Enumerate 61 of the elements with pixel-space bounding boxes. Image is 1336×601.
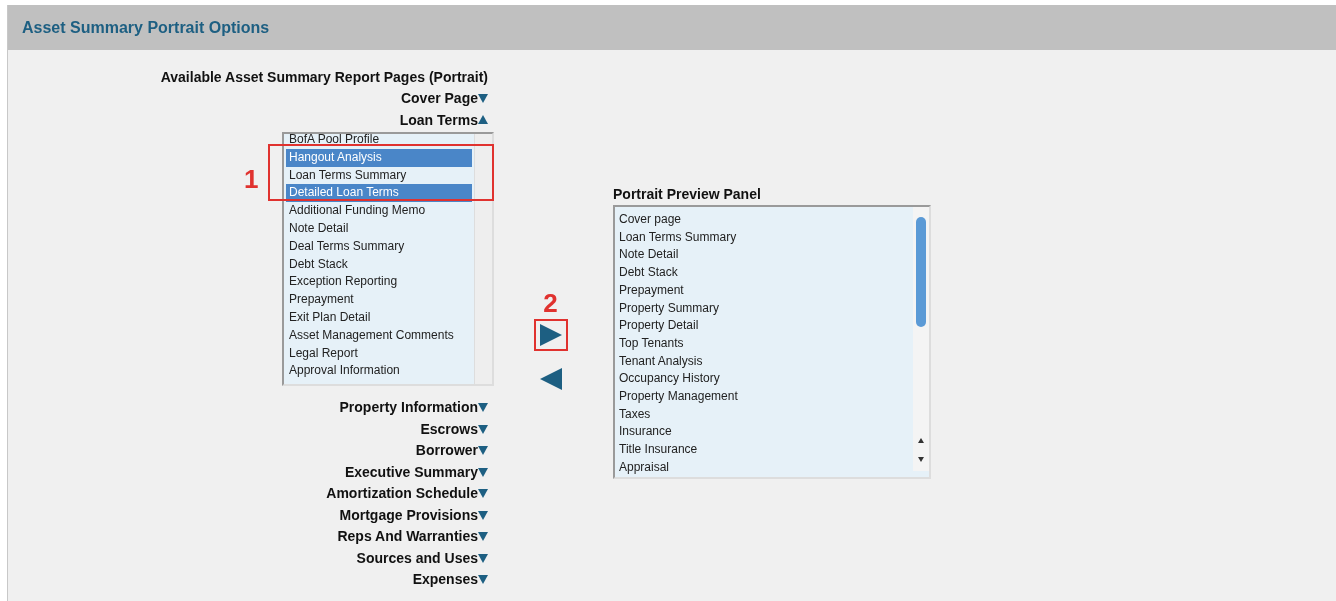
list-option[interactable]: Prepayment xyxy=(619,281,909,300)
list-option[interactable]: Note Detail xyxy=(286,220,472,238)
preview-listbox[interactable] xyxy=(613,205,931,479)
list-option[interactable]: Property Management xyxy=(619,388,909,406)
expand-arrow-icon[interactable] xyxy=(478,552,488,563)
expand-arrow-icon[interactable] xyxy=(478,466,488,477)
section-toggle[interactable]: Sources and Uses xyxy=(356,549,478,566)
section-toggle[interactable]: Borrower xyxy=(415,442,478,458)
expand-arrow-icon[interactable] xyxy=(478,574,488,584)
list-option[interactable]: Occupancy History xyxy=(619,370,909,389)
section-heading: Available Asset Summary Report Pages (Portrait) xyxy=(159,68,488,87)
list-option[interactable]: Loan Terms Summary xyxy=(286,166,472,185)
list-option[interactable]: Insurance xyxy=(619,423,909,442)
list-option[interactable]: BofA Pool Profile xyxy=(286,134,472,149)
expand-arrow-icon[interactable] xyxy=(478,423,488,434)
list-option[interactable]: Property Summary xyxy=(619,299,909,318)
right-arrow-icon xyxy=(539,324,562,346)
section-toggle[interactable]: Executive Summary xyxy=(344,463,478,480)
list-option[interactable]: Title Insurance xyxy=(619,441,909,459)
list-option[interactable]: Approval Information xyxy=(286,362,472,381)
section-toggle[interactable]: Mortgage Provisions xyxy=(339,506,478,523)
panel-heading: Portrait Preview Panel xyxy=(613,185,762,204)
section-toggle[interactable]: Expenses xyxy=(412,571,478,587)
list-option[interactable]: Asset Management Comments xyxy=(286,326,472,345)
list-option[interactable]: Hangout Analysis xyxy=(286,148,472,167)
collapse-arrow-icon[interactable] xyxy=(478,114,488,125)
list-option[interactable]: Legal Report xyxy=(286,344,472,363)
step-number: 1 xyxy=(244,166,259,192)
step-number: 2 xyxy=(543,290,558,316)
list-option[interactable]: Exception Reporting xyxy=(286,273,472,292)
expand-arrow-icon[interactable] xyxy=(478,445,488,455)
panel-title: Asset Summary Portrait Options xyxy=(22,17,270,38)
section-toggle[interactable]: Property Information xyxy=(339,399,478,415)
expand-arrow-icon[interactable] xyxy=(478,93,488,103)
expand-arrow-icon[interactable] xyxy=(478,488,488,498)
list-option[interactable]: Top Tenants xyxy=(619,334,909,353)
section-toggle[interactable]: Reps And Warranties xyxy=(337,528,478,544)
section-toggle[interactable]: Amortization Schedule xyxy=(326,485,478,501)
add-button[interactable] xyxy=(533,319,568,351)
list-option[interactable]: Cover page xyxy=(619,211,909,229)
section-toggle[interactable]: Cover Page xyxy=(400,90,478,106)
expand-arrow-icon[interactable] xyxy=(478,402,488,412)
list-option[interactable]: Loan Terms Summary xyxy=(619,228,909,247)
left-arrow-icon xyxy=(539,368,562,390)
scrollbar[interactable] xyxy=(913,207,929,471)
expand-arrow-icon[interactable] xyxy=(478,509,488,520)
list-option[interactable]: Tenant Analysis xyxy=(619,352,909,371)
section-toggle[interactable]: Loan Terms xyxy=(399,111,478,128)
list-option[interactable]: Note Detail xyxy=(619,246,909,265)
list-option[interactable]: Property Detail xyxy=(619,317,909,335)
list-option[interactable]: Taxes xyxy=(619,405,909,424)
list-option[interactable]: Appraisal xyxy=(619,458,909,477)
list-option[interactable]: Additional Funding Memo xyxy=(286,202,472,220)
list-option[interactable]: Debt Stack xyxy=(286,255,472,274)
list-option[interactable]: Prepayment xyxy=(286,291,472,309)
expand-arrow-icon[interactable] xyxy=(478,531,488,541)
list-option[interactable]: Exit Plan Detail xyxy=(286,308,472,327)
list-option[interactable]: Deal Terms Summary xyxy=(286,237,472,256)
list-option[interactable]: Debt Stack xyxy=(619,264,909,282)
section-toggle[interactable]: Escrows xyxy=(420,420,478,437)
page-listbox[interactable] xyxy=(282,132,494,386)
